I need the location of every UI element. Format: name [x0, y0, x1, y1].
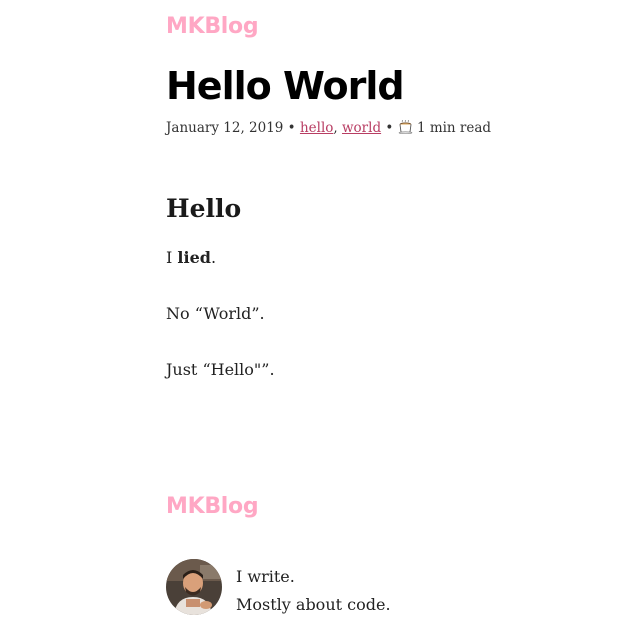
tag-link-hello[interactable]: hello: [300, 120, 333, 136]
author-bio: I write. Mostly about code.: [166, 559, 466, 619]
paragraph-1: I lied.: [166, 248, 216, 267]
post-date: January 12, 2019: [166, 120, 284, 136]
tag-link-world[interactable]: world: [342, 120, 381, 136]
tag-separator: ,: [333, 120, 342, 136]
coffee-cup-icon: [398, 119, 413, 135]
site-title-link[interactable]: MKBlog: [166, 14, 259, 39]
paragraph-1-suffix: .: [210, 248, 217, 267]
meta-separator: •: [381, 120, 398, 136]
paragraph-3: Just “Hello"”.: [166, 360, 275, 379]
content-heading: Hello: [166, 194, 242, 223]
paragraph-1-prefix: I: [166, 248, 178, 267]
bio-line-1: I write.: [236, 567, 295, 586]
bio-text: I write. Mostly about code.: [236, 563, 391, 619]
bio-line-2: Mostly about code.: [236, 595, 391, 614]
meta-separator: •: [283, 120, 300, 136]
post-title: Hello World: [166, 64, 405, 108]
read-time: 1 min read: [416, 120, 492, 136]
paragraph-2: No “World”.: [166, 304, 265, 323]
post-meta: January 12, 2019 • hello, world • 1 min …: [166, 119, 492, 136]
author-avatar: [166, 559, 222, 615]
footer-site-title-link[interactable]: MKBlog: [166, 494, 259, 519]
paragraph-1-bold: lied: [177, 248, 211, 267]
